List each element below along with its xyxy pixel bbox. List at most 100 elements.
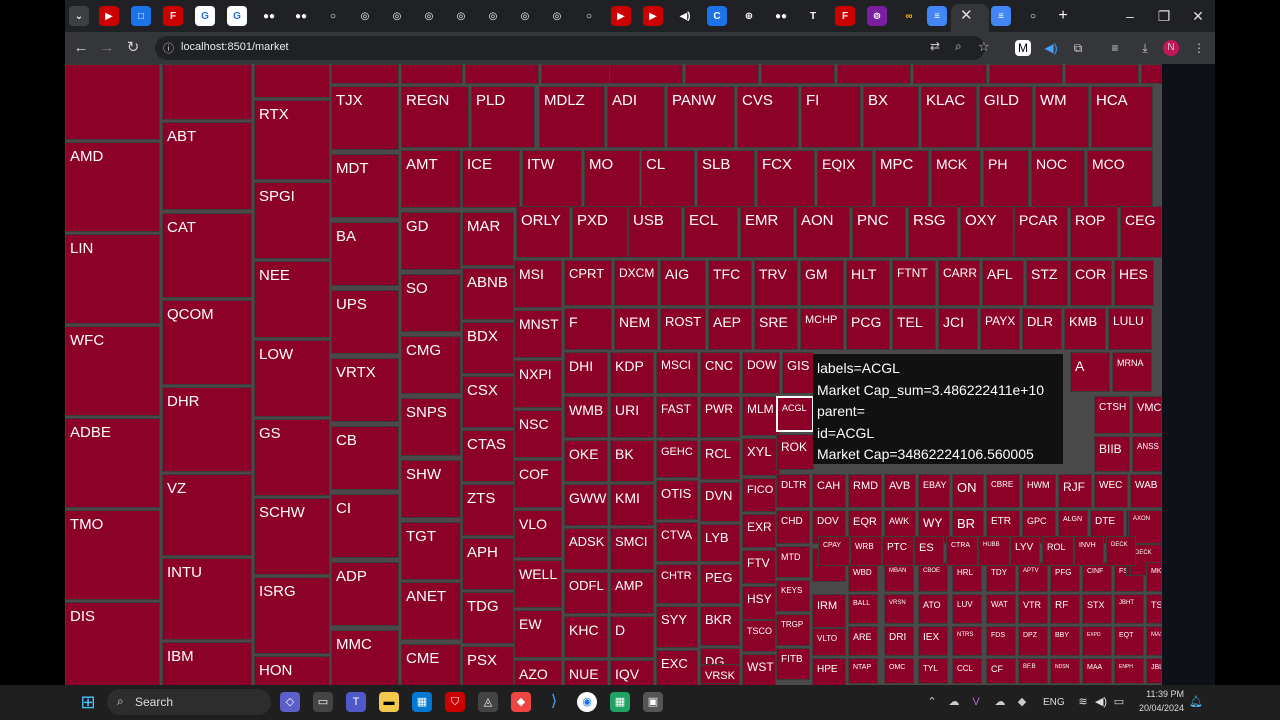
treemap-cell-nsc[interactable]: NSC [514, 410, 562, 458]
treemap-cell-dvn[interactable]: DVN [700, 482, 740, 522]
treemap-cell-adi[interactable]: ADI [607, 86, 665, 148]
tab-c-icon[interactable]: C [707, 6, 727, 26]
close-window-icon[interactable]: ✕ [1186, 6, 1210, 26]
treemap-cell-nem[interactable]: NEM [614, 308, 658, 350]
treemap-cell-mco[interactable]: MCO [1087, 150, 1153, 208]
treemap-cell-tsn[interactable]: TSN [1146, 594, 1162, 624]
tab-github-icon[interactable]: ◎ [355, 6, 375, 26]
treemap-cell-iex[interactable]: IEX [918, 626, 948, 656]
treemap-cell-sre[interactable]: SRE [754, 308, 798, 350]
treemap-cell-mchp[interactable]: MCHP [800, 308, 844, 350]
tab-youtube-icon[interactable]: ▶ [611, 6, 631, 26]
treemap-cell-wec[interactable]: WEC [1094, 474, 1128, 508]
treemap-cell-usb[interactable]: USB [628, 206, 682, 258]
store-icon[interactable]: ▦ [412, 692, 432, 712]
forward-icon[interactable]: → [97, 38, 117, 58]
treemap-cell-amd[interactable]: AMD [65, 142, 160, 232]
treemap-cell-ftv[interactable]: FTV [742, 550, 776, 584]
treemap-cell-hca[interactable]: HCA [1091, 86, 1153, 148]
treemap-cell-smci[interactable]: SMCI [610, 528, 654, 570]
tab-github-icon[interactable]: ◎ [483, 6, 503, 26]
treemap-cell-jci[interactable]: JCI [938, 308, 978, 350]
treemap-cell-fi[interactable]: FI [801, 86, 861, 148]
treemap-cell-eqt[interactable]: EQT [1114, 626, 1144, 656]
treemap-cell-ebay[interactable]: EBAY [918, 474, 950, 508]
treemap-cell-dis[interactable]: DIS [65, 602, 160, 685]
tab-youtube-icon[interactable]: ▶ [643, 6, 663, 26]
chevron-up-icon[interactable]: ⌃ [922, 692, 942, 712]
treemap-cell-msci[interactable]: MSCI [656, 352, 698, 394]
treemap-cell-gild[interactable]: GILD [979, 86, 1033, 148]
treemap-cell-ato[interactable]: ATO [918, 594, 948, 624]
treemap-cell-are[interactable]: ARE [848, 626, 878, 656]
treemap-cell-bf.b[interactable]: BF.B [1018, 658, 1048, 684]
tab-github-icon[interactable]: ◎ [547, 6, 567, 26]
treemap-cell-vlo[interactable]: VLO [514, 510, 562, 558]
treemap-cell-ball[interactable]: BALL [848, 594, 878, 624]
treemap-cell-pnc[interactable]: PNC [852, 206, 906, 258]
treemap-cell-cmg[interactable]: CMG [401, 336, 461, 394]
treemap-cell-ctas[interactable]: CTAS [462, 430, 514, 482]
treemap-cell-wmb[interactable]: WMB [564, 396, 608, 438]
treemap-cell-wab[interactable]: WAB [1130, 474, 1162, 508]
site-info-icon[interactable]: ⓘ [163, 40, 174, 56]
treemap-cell-rtx[interactable]: RTX [254, 100, 330, 180]
treemap-cell-rsg[interactable]: RSG [908, 206, 958, 258]
taskbar-search[interactable]: ⌕ Search [107, 689, 271, 715]
treemap-cell-deck[interactable]: DECK [1106, 536, 1136, 566]
treemap-cell-tfc[interactable]: TFC [708, 260, 752, 306]
tab-figma-icon[interactable]: F [163, 6, 183, 26]
treemap-cell-vrsk[interactable]: VRSK [700, 664, 740, 684]
treemap-cell-fico[interactable]: FICO [742, 478, 776, 512]
treemap-cell-mlm[interactable]: MLM [742, 396, 780, 436]
treemap-cell-ctsh[interactable]: CTSH [1094, 396, 1130, 434]
treemap-cell-dltr[interactable]: DLTR [776, 474, 810, 508]
treemap-cell-anss[interactable]: ANSS [1132, 436, 1162, 472]
treemap-cell-well[interactable]: WELL [514, 560, 562, 608]
treemap-cell-vlto[interactable]: VLTO [812, 628, 846, 656]
tab-youtube-icon[interactable]: ▶ [99, 6, 119, 26]
treemap-cell-stz[interactable]: STZ [1026, 260, 1068, 306]
treemap-cell-so[interactable]: SO [401, 274, 461, 332]
treemap-cell-shw[interactable]: SHW [401, 460, 461, 518]
treemap-cell-oxy[interactable]: OXY [960, 206, 1014, 258]
treemap-cell-nxpi[interactable]: NXPI [514, 360, 562, 408]
treemap-cell-hubb[interactable]: HUBB [978, 536, 1010, 566]
treemap-cell-maa[interactable]: MAA [1082, 658, 1112, 684]
treemap-cell-dhr[interactable]: DHR [162, 387, 252, 472]
treemap-cell-tsco[interactable]: TSCO [742, 620, 776, 652]
treemap-cell[interactable] [761, 64, 835, 84]
profile-avatar[interactable]: N [1163, 40, 1179, 56]
treemap-cell-nue[interactable]: NUE [564, 660, 608, 685]
treemap-cell-hrl[interactable]: HRL [952, 562, 982, 592]
treemap-cell-cl[interactable]: CL [641, 150, 695, 208]
tab-active[interactable]: ✕ [951, 4, 989, 32]
treemap-cell-abnb[interactable]: ABNB [462, 268, 514, 320]
treemap-cell-iqv[interactable]: IQV [610, 660, 654, 685]
treemap-cell-mrna[interactable]: MRNA [1112, 352, 1152, 392]
treemap-cell-panw[interactable]: PANW [667, 86, 735, 148]
treemap-cell-on[interactable]: ON [952, 474, 984, 508]
treemap-cell-cinf[interactable]: CINF [1082, 562, 1112, 592]
menu-icon[interactable]: ⋮ [1189, 38, 1209, 58]
teams-icon[interactable]: T [346, 692, 366, 712]
treemap-cell-intu[interactable]: INTU [162, 558, 252, 640]
treemap-cell-gd[interactable]: GD [401, 212, 461, 270]
treemap-cell-ctra[interactable]: CTRA [946, 536, 978, 566]
treemap-cell-ntap[interactable]: NTAP [848, 658, 878, 684]
treemap-cell-pld[interactable]: PLD [471, 86, 535, 148]
treemap-cell-lyv[interactable]: LYV [1010, 536, 1040, 566]
treemap-cell-jbht[interactable]: JBHT [1114, 594, 1144, 624]
treemap-cell-keys[interactable]: KEYS [776, 580, 810, 612]
app-icon[interactable]: ▣ [643, 692, 663, 712]
treemap-cell-peg[interactable]: PEG [700, 564, 740, 604]
treemap-cell-slb[interactable]: SLB [697, 150, 755, 208]
treemap-cell-vrsn[interactable]: VRSN [884, 594, 914, 624]
treemap-cell-xyl[interactable]: XYL [742, 438, 780, 476]
treemap-cell-luv[interactable]: LUV [952, 594, 982, 624]
treemap-cell-cpay[interactable]: CPAY [818, 536, 850, 566]
treemap-cell-lin[interactable]: LIN [65, 234, 160, 324]
treemap-cell-gww[interactable]: GWW [564, 484, 608, 526]
bookmark-star-icon[interactable]: ☆ [978, 39, 990, 55]
treemap-cell-adp[interactable]: ADP [331, 562, 399, 626]
